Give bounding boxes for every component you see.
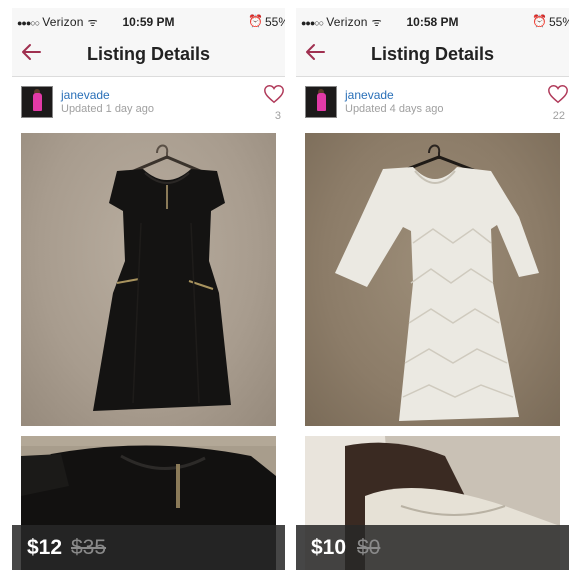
updated-time: Updated 4 days ago [345,103,444,115]
seller-row[interactable]: janevade Updated 4 days ago 22 [296,77,569,129]
updated-time: Updated 1 day ago [61,103,154,115]
status-bar: ●●●○○Verizonᯤ 10:58 PM ⏰ 55% [296,8,569,34]
price-bar: $12 $35 [12,525,285,570]
listing-photo-main[interactable] [305,133,560,426]
status-time: 10:59 PM [122,15,175,29]
avatar[interactable] [21,86,53,118]
alarm-clock-icon: ⏰ [532,14,547,28]
original-price: $0 [357,536,381,559]
heart-icon[interactable] [547,83,569,105]
like-count: 3 [274,110,281,122]
page-title: Listing Details [86,44,211,64]
like-count: 22 [552,110,565,122]
status-time: 10:58 PM [406,15,459,29]
price: $12 [27,536,63,559]
battery-level: 55% [264,15,285,29]
price-bar: $10 $0 [296,525,569,570]
battery-level: 55% [548,15,569,29]
avatar[interactable] [305,86,337,118]
navigation-bar: Listing Details [296,34,569,77]
seller-username[interactable]: janevade [345,88,394,102]
heart-icon[interactable] [263,83,285,105]
listing-screen-left: ●●●○○Verizonᯤ 10:59 PM ⏰ 55% Listing Det… [12,8,285,570]
seller-row[interactable]: janevade Updated 1 day ago 3 [12,77,285,129]
price: $10 [311,536,347,559]
status-bar: ●●●○○Verizonᯤ 10:59 PM ⏰ 55% [12,8,285,34]
navigation-bar: Listing Details [12,34,285,77]
seller-username[interactable]: janevade [61,88,110,102]
listing-photo-main[interactable] [21,133,276,426]
original-price: $35 [71,536,107,559]
listing-screen-right: ●●●○○Verizonᯤ 10:58 PM ⏰ 55% Listing Det… [296,8,569,570]
alarm-clock-icon: ⏰ [248,14,263,28]
page-title: Listing Details [370,44,495,64]
